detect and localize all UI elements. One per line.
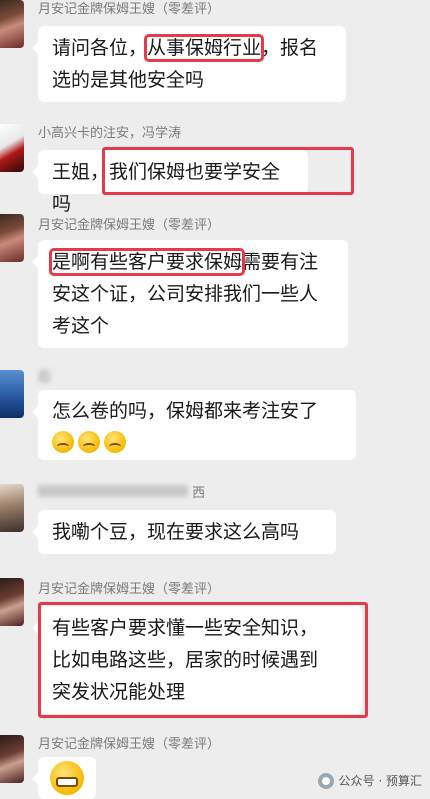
watermark-text: 公众号 · 预算汇 [338, 774, 422, 788]
message-line: 考这个 [52, 315, 110, 337]
crying-face-icon [104, 430, 126, 453]
avatar[interactable] [0, 124, 24, 172]
crying-face-icon [52, 430, 74, 453]
grinning-face-icon [50, 761, 84, 795]
emoji-row [52, 426, 344, 456]
sender-name: 月安记金牌保姆王嫂（零差评） [38, 582, 221, 597]
sender-name: 后 [38, 370, 52, 385]
avatar[interactable] [0, 214, 24, 262]
message-line: 安这个证，公司安排我们一些人 [52, 283, 319, 305]
avatar[interactable] [0, 370, 24, 418]
sender-name: 月安记金牌保姆王嫂（零差评） [38, 218, 221, 233]
sender-name: 小高兴卡的注安，冯学涛 [38, 126, 182, 141]
message-line: 请问各位，从事保姆行业，报名 [52, 34, 319, 62]
avatar[interactable] [0, 735, 24, 783]
message-bubble[interactable]: 请问各位，从事保姆行业，报名 选的是其他安全吗 [32, 26, 346, 102]
avatar[interactable] [0, 578, 24, 626]
sender-name: 西 [38, 482, 205, 501]
message-bubble[interactable]: 是啊有些客户要求保姆需要有注 安这个证，公司安排我们一些人 考这个 [32, 240, 348, 348]
message-line: 我嘞个豆，现在要求这么高吗 [52, 521, 300, 543]
message-line: 选的是其他安全吗 [52, 69, 205, 91]
message-bubble[interactable]: 我嘞个豆，现在要求这么高吗 [32, 510, 336, 554]
message-bubble[interactable]: 怎么卷的吗，保姆都来考注安了 [32, 390, 356, 460]
sender-name: 月安记金牌保姆王嫂（零差评） [38, 737, 221, 752]
watermark: 公众号 · 预算汇 [317, 772, 422, 789]
highlighted-text: 是啊有些客户要求保姆 [48, 248, 246, 276]
avatar[interactable] [0, 484, 24, 532]
wechat-official-account-icon [317, 772, 334, 789]
message-bubble[interactable] [32, 757, 96, 799]
crying-face-icon [78, 430, 100, 453]
sender-name: 月安记金牌保姆王嫂（零差评） [38, 2, 221, 17]
highlight-box [38, 602, 368, 718]
message-line: 怎么卷的吗，保姆都来考注安了 [52, 400, 319, 422]
highlight-box [102, 147, 354, 195]
avatar[interactable] [0, 0, 24, 48]
message-line: 是啊有些客户要求保姆需要有注 [48, 248, 319, 276]
highlighted-text: 从事保姆行业 [144, 34, 265, 62]
